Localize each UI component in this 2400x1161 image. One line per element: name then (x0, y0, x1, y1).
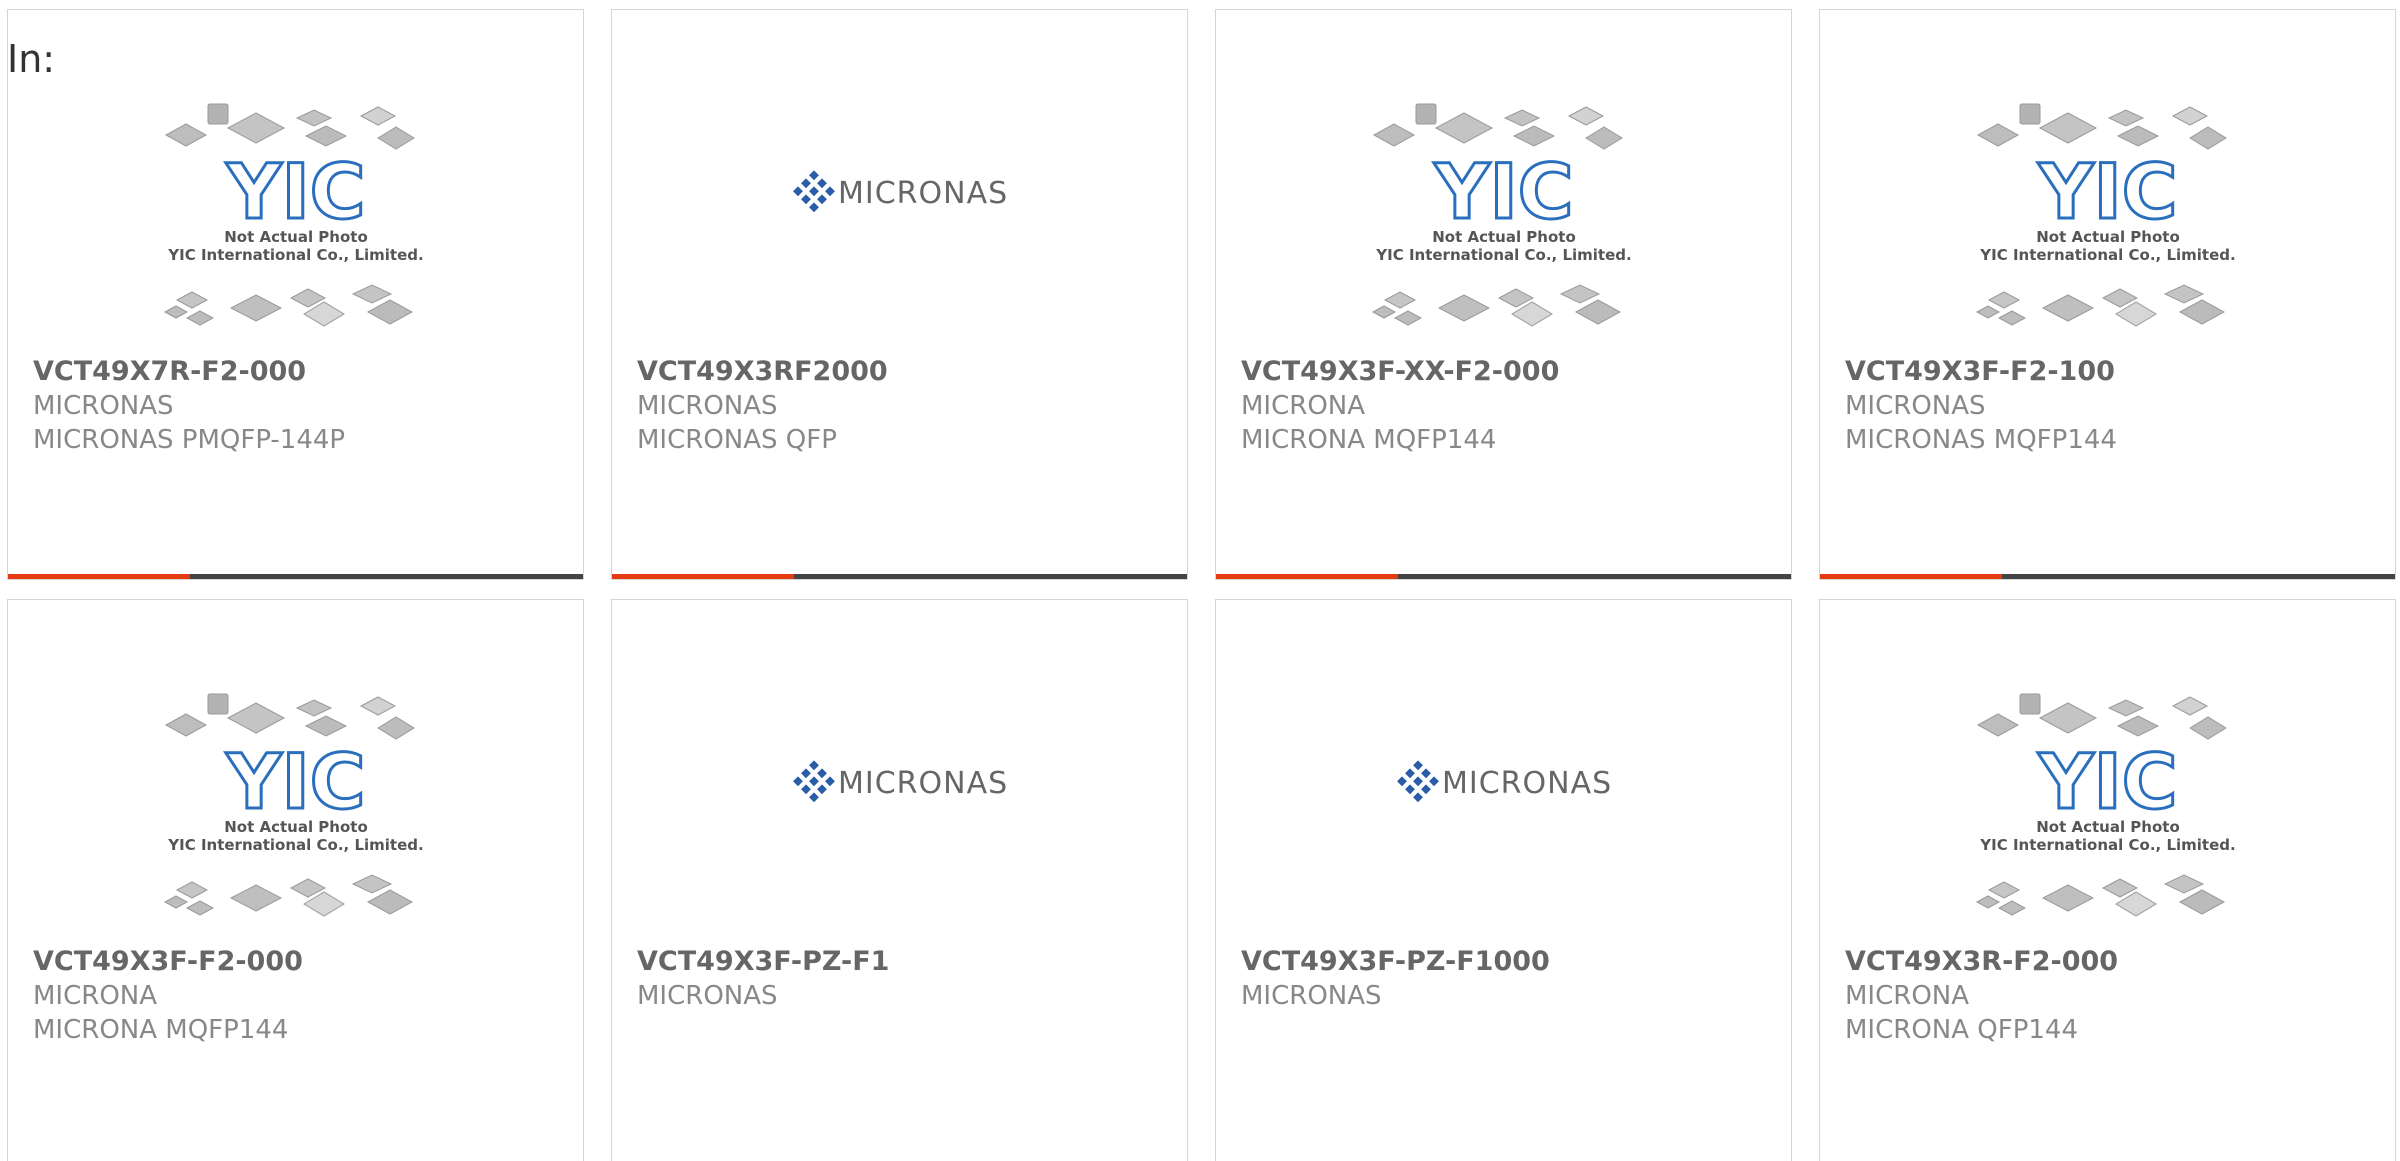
product-card[interactable]: YIC Not Actual Photo YIC International Co.… (7, 9, 584, 580)
product-photo: MICRONAS (612, 90, 1187, 350)
yic-placeholder-icon: YICNot Actual PhotoYIC International Co.… (1371, 103, 1631, 327)
svg-text:MICRONAS: MICRONAS (1442, 766, 1612, 801)
package: MICRONAS MQFP144 (1845, 425, 2117, 455)
package: MICRONAS QFP (637, 425, 837, 455)
svg-text:MICRONAS: MICRONAS (838, 766, 1008, 801)
product-card[interactable]: YIC Not Actual Photo YIC International Co.… (1819, 599, 2396, 1161)
micronas-logo-icon: MICRONAS (1396, 760, 1612, 803)
svg-text:YIC International Co., Limited: YIC International Co., Limited. (1979, 246, 2235, 264)
manufacturer: MICRONAS (1845, 391, 1986, 421)
manufacturer: MICRONA (1845, 981, 1970, 1011)
micronas-logo-icon: MICRONAS (792, 760, 1008, 803)
package: MICRONA QFP144 (1845, 1015, 2079, 1045)
svg-text:YIC: YIC (1433, 147, 1573, 236)
card-footer-bar (8, 574, 583, 579)
part-number[interactable]: VCT49X7R-F2-000 (33, 355, 573, 389)
product-photo: MICRONAS (1216, 680, 1791, 940)
product-grid-page: In: YIC Not Actual Photo YIC International… (0, 0, 2400, 1161)
svg-text:YIC: YIC (225, 737, 365, 826)
svg-text:Not Actual Photo: Not Actual Photo (2036, 818, 2180, 836)
package: MICRONA MQFP144 (33, 1015, 289, 1045)
manufacturer: MICRONAS (33, 391, 174, 421)
manufacturer: MICRONA (33, 981, 158, 1011)
product-photo: YIC Not Actual Photo YIC International Co.… (8, 680, 583, 940)
manufacturer: MICRONAS (637, 981, 778, 1011)
package: MICRONA MQFP144 (1241, 425, 1497, 455)
svg-text:Not Actual Photo: Not Actual Photo (1432, 228, 1576, 246)
svg-text:MICRONAS: MICRONAS (838, 176, 1008, 211)
yic-placeholder-icon: YICNot Actual PhotoYIC International Co.… (163, 103, 423, 327)
part-number[interactable]: VCT49X3F-XX-F2-000 (1241, 355, 1781, 389)
svg-text:Not Actual Photo: Not Actual Photo (224, 818, 368, 836)
manufacturer: MICRONA (1241, 391, 1366, 421)
yic-placeholder-icon: YICNot Actual PhotoYIC International Co.… (163, 693, 423, 917)
part-number[interactable]: VCT49X3R-F2-000 (1845, 945, 2385, 979)
product-photo: MICRONAS (612, 680, 1187, 940)
product-card[interactable]: YIC Not Actual Photo YIC International Co.… (1215, 9, 1792, 580)
svg-text:YIC: YIC (225, 147, 365, 236)
package: MICRONAS PMQFP-144P (33, 425, 346, 455)
part-number[interactable]: VCT49X3F-F2-100 (1845, 355, 2385, 389)
part-number[interactable]: VCT49X3F-PZ-F1 (637, 945, 1177, 979)
filter-label: In: (7, 37, 56, 81)
yic-placeholder-icon: YICNot Actual PhotoYIC International Co.… (1975, 693, 2235, 917)
card-footer-bar (1820, 574, 2395, 579)
svg-text:YIC International Co., Limited: YIC International Co., Limited. (1375, 246, 1631, 264)
product-card[interactable]: MICRONAS VCT49X3RF2000 MICRONAS MICRONAS… (611, 9, 1188, 580)
svg-text:YIC International Co., Limited: YIC International Co., Limited. (167, 836, 423, 854)
svg-text:YIC International Co., Limited: YIC International Co., Limited. (1979, 836, 2235, 854)
card-footer-bar (1216, 574, 1791, 579)
product-photo: YIC Not Actual Photo YIC International Co.… (1216, 90, 1791, 350)
manufacturer: MICRONAS (1241, 981, 1382, 1011)
part-number[interactable]: VCT49X3F-F2-000 (33, 945, 573, 979)
manufacturer: MICRONAS (637, 391, 778, 421)
product-photo: YIC Not Actual Photo YIC International Co.… (8, 90, 583, 350)
product-card[interactable]: YIC Not Actual Photo YIC International Co.… (1819, 9, 2396, 580)
svg-text:Not Actual Photo: Not Actual Photo (2036, 228, 2180, 246)
product-card[interactable]: YIC Not Actual Photo YIC International Co.… (7, 599, 584, 1161)
svg-text:Not Actual Photo: Not Actual Photo (224, 228, 368, 246)
product-card[interactable]: MICRONAS VCT49X3F-PZ-F1 MICRONAS (611, 599, 1188, 1161)
svg-text:YIC: YIC (2037, 737, 2177, 826)
product-card[interactable]: MICRONAS VCT49X3F-PZ-F1000 MICRONAS (1215, 599, 1792, 1161)
product-photo: YIC Not Actual Photo YIC International Co.… (1820, 90, 2395, 350)
yic-placeholder-icon: YICNot Actual PhotoYIC International Co.… (1975, 103, 2235, 327)
svg-text:YIC: YIC (2037, 147, 2177, 236)
part-number[interactable]: VCT49X3RF2000 (637, 355, 1177, 389)
svg-text:YIC International Co., Limited: YIC International Co., Limited. (167, 246, 423, 264)
micronas-logo-icon: MICRONAS (792, 170, 1008, 213)
product-photo: YIC Not Actual Photo YIC International Co.… (1820, 680, 2395, 940)
card-footer-bar (612, 574, 1187, 579)
part-number[interactable]: VCT49X3F-PZ-F1000 (1241, 945, 1781, 979)
